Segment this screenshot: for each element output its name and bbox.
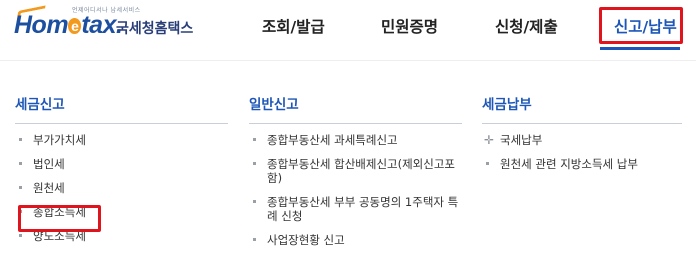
bullet-icon [19, 138, 22, 141]
menu-column-general-filing: 일반신고 종합부동산세 과세특례신고 종합부동산세 합산배제신고(제외신고포함)… [249, 93, 462, 257]
bullet-icon [486, 162, 489, 165]
bullet-icon [253, 162, 256, 165]
logo-korean-name: 국세청홈택스 [116, 21, 194, 37]
bullet-icon [253, 138, 256, 141]
header-divider [0, 60, 696, 61]
menu-item-global-income-tax[interactable]: 종합소득세 [15, 205, 228, 219]
column-title: 일반신고 [249, 93, 462, 124]
menu-item-local-income-tax-payment[interactable]: 원천세 관련 지방소득세 납부 [482, 157, 682, 171]
menu-list: 부가가치세 법인세 원천세 종합소득세 양도소득세 [15, 133, 228, 243]
menu-item-comprehensive-realestate-special[interactable]: 종합부동산세 과세특례신고 [249, 133, 462, 147]
menu-item-corporate-tax[interactable]: 법인세 [15, 157, 228, 171]
hometax-logo[interactable]: 언제어디서나 납세서비스 Hom e tax. 국세청홈택스 [14, 5, 204, 45]
column-title: 세금납부 [482, 93, 682, 124]
bullet-icon [19, 234, 22, 237]
logo-wordmark: Hom e tax. [14, 11, 123, 39]
menu-list: ✛ 국세납부 원천세 관련 지방소득세 납부 [482, 133, 682, 171]
nav-item-apply-submit[interactable]: 신청/제출 [495, 15, 558, 37]
active-tab-underline [600, 47, 680, 50]
menu-item-business-status-report[interactable]: 사업장현황 신고 [249, 233, 462, 247]
bullet-icon [19, 162, 22, 165]
menu-item-national-tax-payment[interactable]: ✛ 국세납부 [482, 133, 682, 147]
bullet-icon [253, 200, 256, 203]
menu-column-tax-payment: 세금납부 ✛ 국세납부 원천세 관련 지방소득세 납부 [482, 93, 682, 181]
nav-item-filing-payment[interactable]: 신고/납부 [614, 15, 677, 37]
bullet-icon [19, 210, 22, 213]
bullet-icon [19, 186, 22, 189]
menu-item-vat[interactable]: 부가가치세 [15, 133, 228, 147]
nav-item-civil-certificate[interactable]: 민원증명 [381, 15, 438, 37]
site-header: 언제어디서나 납세서비스 Hom e tax. 국세청홈택스 조회/발급 민원증명 … [0, 0, 696, 52]
bullet-icon [253, 238, 256, 241]
menu-column-tax-filing: 세금신고 부가가치세 법인세 원천세 종합소득세 양도소득세 [15, 93, 228, 253]
menu-item-comprehensive-realestate-exclusion[interactable]: 종합부동산세 합산배제신고(제외신고포함) [249, 157, 462, 185]
nav-item-lookup-issue[interactable]: 조회/발급 [262, 15, 325, 37]
column-title: 세금신고 [15, 93, 228, 124]
menu-item-comprehensive-realestate-couple[interactable]: 종합부동산세 부부 공동명의 1주택자 특례 신청 [249, 195, 462, 223]
menu-list: 종합부동산세 과세특례신고 종합부동산세 합산배제신고(제외신고포함) 종합부동… [249, 133, 462, 247]
menu-item-capital-gains-tax[interactable]: 양도소득세 [15, 229, 228, 243]
plus-icon: ✛ [484, 133, 495, 147]
menu-item-withholding-tax[interactable]: 원천세 [15, 181, 228, 195]
